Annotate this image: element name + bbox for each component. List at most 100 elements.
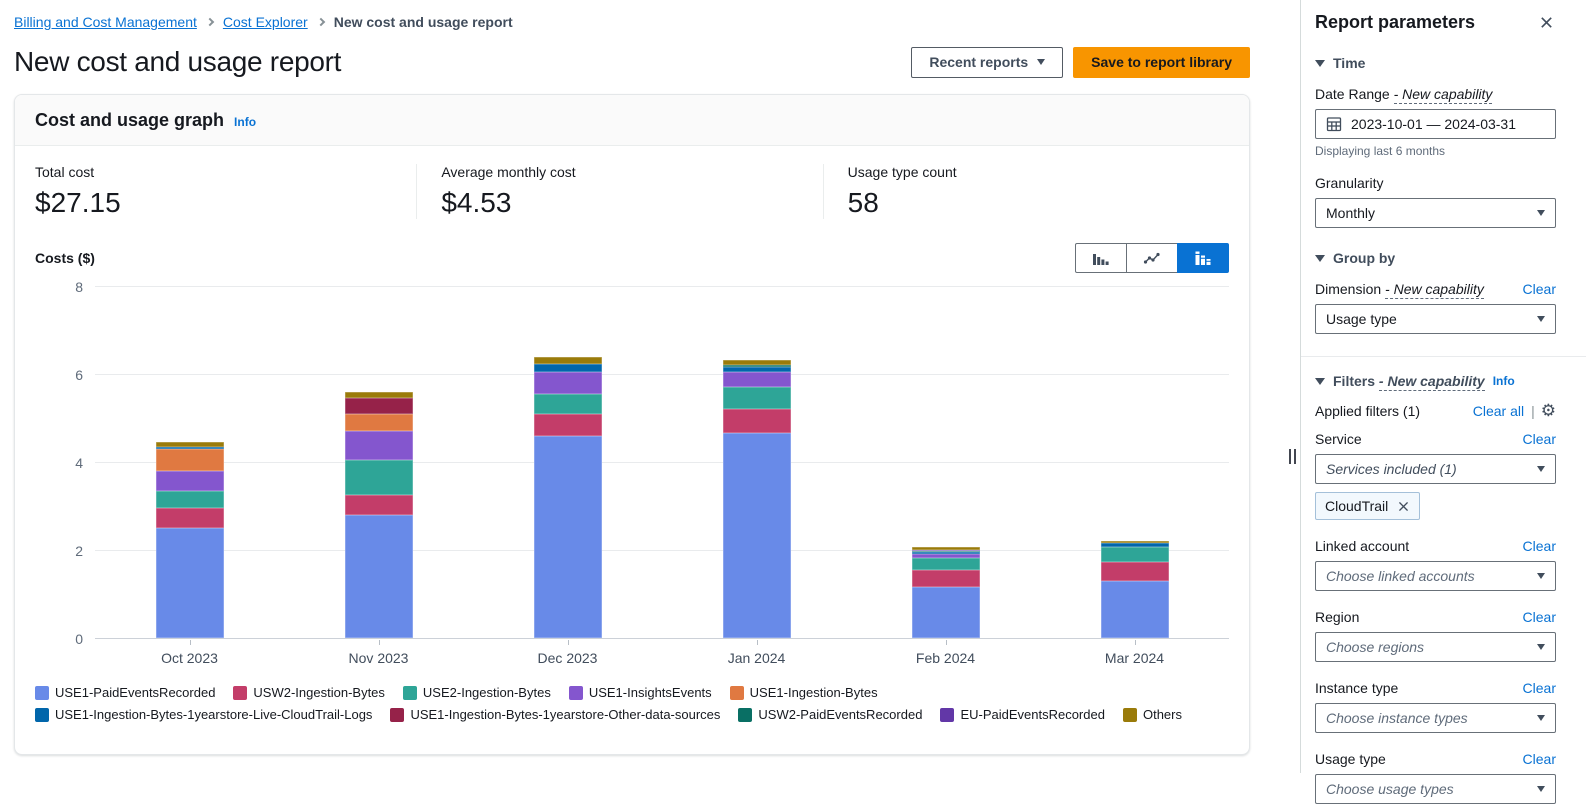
bar-feb-2024[interactable]	[912, 547, 980, 638]
legend-item-use1-ingestion-bytes-1yearstore-other-data-sources[interactable]: USE1-Ingestion-Bytes-1yearstore-Other-da…	[390, 707, 720, 722]
close-panel-button[interactable]	[1537, 13, 1556, 32]
bar-segment-use1-insightsevents[interactable]	[723, 372, 791, 387]
legend-item-use1-ingestion-bytes[interactable]: USE1-Ingestion-Bytes	[730, 685, 878, 700]
bar-oct-2023[interactable]	[156, 442, 224, 638]
clear-filter-link[interactable]: Clear	[1523, 680, 1556, 696]
bar-segment-use2-ingestion-bytes[interactable]	[534, 394, 602, 414]
clear-service-link[interactable]: Clear	[1523, 431, 1556, 447]
bar-segment-use2-ingestion-bytes[interactable]	[723, 387, 791, 409]
filter-placeholder: Choose instance types	[1326, 710, 1468, 726]
panel-info-link[interactable]: Info	[234, 115, 256, 129]
date-range-input[interactable]: 2023-10-01 — 2024-03-31	[1315, 109, 1556, 139]
applied-filters-label: Applied filters (1)	[1315, 403, 1420, 419]
filters-section-header[interactable]: Filters - New capability Info	[1315, 373, 1556, 389]
bar-segment-use1-insightsevents[interactable]	[534, 372, 602, 394]
bar-segment-use1-insightsevents[interactable]	[156, 471, 224, 491]
legend-item-use1-paideventsrecorded[interactable]: USE1-PaidEventsRecorded	[35, 685, 215, 700]
bar-segment-use1-paideventsrecorded[interactable]	[912, 587, 980, 638]
chart-area: Costs ($)	[15, 223, 1249, 722]
service-select-value: Services included (1)	[1326, 461, 1457, 477]
bar-segment-use1-paideventsrecorded[interactable]	[345, 515, 413, 638]
filter-label: Region	[1315, 609, 1359, 625]
legend-item-use1-insightsevents[interactable]: USE1-InsightsEvents	[569, 685, 712, 700]
granularity-select[interactable]: Monthly	[1315, 198, 1556, 228]
recent-reports-button[interactable]: Recent reports	[911, 47, 1063, 78]
bar-segment-usw2-ingestion-bytes[interactable]	[345, 495, 413, 515]
legend-item-usw2-ingestion-bytes[interactable]: USW2-Ingestion-Bytes	[233, 685, 385, 700]
service-select[interactable]: Services included (1)	[1315, 454, 1556, 484]
sidebar-title: Report parameters	[1315, 12, 1475, 33]
bar-mar-2024[interactable]	[1101, 541, 1169, 638]
bar-segment-use2-ingestion-bytes[interactable]	[156, 491, 224, 509]
grouped-bar-chart-toggle-button[interactable]	[1075, 243, 1127, 273]
bar-segment-use1-ingestion-bytes-1yearstore-live-cloudtrail-logs[interactable]	[534, 364, 602, 372]
separator: |	[1531, 403, 1535, 419]
legend-item-others[interactable]: Others	[1123, 707, 1182, 722]
legend-item-eu-paideventsrecorded[interactable]: EU-PaidEventsRecorded	[940, 707, 1105, 722]
clear-all-filters-link[interactable]: Clear all	[1473, 403, 1524, 419]
bar-segment-usw2-ingestion-bytes[interactable]	[534, 414, 602, 436]
bar-segment-use1-ingestion-bytes[interactable]	[345, 414, 413, 432]
bar-segment-use1-insightsevents[interactable]	[345, 431, 413, 460]
bar-segment-use1-paideventsrecorded[interactable]	[156, 528, 224, 638]
region-select[interactable]: Choose regions	[1315, 632, 1556, 662]
date-range-value: 2023-10-01 — 2024-03-31	[1351, 116, 1516, 132]
bar-segment-use1-paideventsrecorded[interactable]	[534, 436, 602, 638]
bar-segment-usw2-ingestion-bytes[interactable]	[723, 409, 791, 433]
dimension-select[interactable]: Usage type	[1315, 304, 1556, 334]
usage-type-select[interactable]: Choose usage types	[1315, 774, 1556, 804]
legend-label: USW2-Ingestion-Bytes	[253, 685, 385, 700]
save-to-report-library-button[interactable]: Save to report library	[1073, 47, 1250, 78]
linked-account-select[interactable]: Choose linked accounts	[1315, 561, 1556, 591]
bar-segment-use1-ingestion-bytes-1yearstore-other-data-sources[interactable]	[345, 398, 413, 413]
chevron-down-icon	[1537, 715, 1545, 721]
legend-item-use2-ingestion-bytes[interactable]: USE2-Ingestion-Bytes	[403, 685, 551, 700]
clear-filter-link[interactable]: Clear	[1523, 751, 1556, 767]
clear-filter-link[interactable]: Clear	[1523, 609, 1556, 625]
breadcrumb-cost-explorer-link[interactable]: Cost Explorer	[223, 14, 308, 30]
instance-type-select[interactable]: Choose instance types	[1315, 703, 1556, 733]
gear-icon[interactable]: ⚙︎	[1541, 402, 1556, 419]
line-chart-toggle-button[interactable]	[1126, 243, 1178, 273]
chart-type-toggle-group	[1075, 243, 1229, 273]
panel-resize-handle[interactable]	[1289, 449, 1296, 464]
y-axis-tick-label: 0	[49, 631, 83, 647]
remove-token-button[interactable]	[1397, 500, 1410, 513]
time-section-header[interactable]: Time	[1315, 55, 1556, 71]
bar-jan-2024[interactable]	[723, 360, 791, 638]
bar-segment-usw2-ingestion-bytes[interactable]	[912, 570, 980, 588]
bar-segment-usw2-ingestion-bytes[interactable]	[1101, 562, 1169, 581]
bar-segment-use2-ingestion-bytes[interactable]	[1101, 547, 1169, 562]
stacked-bar-chart-toggle-button[interactable]	[1177, 243, 1229, 273]
y-axis-tick-label: 8	[49, 279, 83, 295]
legend-item-usw2-paideventsrecorded[interactable]: USW2-PaidEventsRecorded	[738, 707, 922, 722]
filters-info-link[interactable]: Info	[1493, 374, 1515, 388]
x-axis-tick-label: Nov 2023	[349, 650, 409, 666]
breadcrumb-billing-link[interactable]: Billing and Cost Management	[14, 14, 197, 30]
chart-plot: 02468	[95, 287, 1229, 639]
chevron-down-icon	[1537, 644, 1545, 650]
bar-segment-usw2-ingestion-bytes[interactable]	[156, 508, 224, 528]
group-by-section-header[interactable]: Group by	[1315, 250, 1556, 266]
bar-segment-others[interactable]	[345, 392, 413, 399]
legend-item-use1-ingestion-bytes-1yearstore-live-cloudtrail-logs[interactable]: USE1-Ingestion-Bytes-1yearstore-Live-Clo…	[35, 707, 372, 722]
clear-dimension-link[interactable]: Clear	[1523, 281, 1556, 297]
bar-segment-others[interactable]	[534, 357, 602, 364]
bar-segment-use1-paideventsrecorded[interactable]	[723, 433, 791, 638]
bar-segment-use1-paideventsrecorded[interactable]	[1101, 581, 1169, 638]
stat-value: 58	[848, 187, 1229, 219]
bar-segment-use1-ingestion-bytes[interactable]	[156, 449, 224, 471]
bar-segment-use2-ingestion-bytes[interactable]	[345, 460, 413, 495]
filter-label: Instance type	[1315, 680, 1398, 696]
recent-reports-label: Recent reports	[929, 54, 1028, 70]
chevron-down-icon	[1537, 786, 1545, 792]
bar-nov-2023[interactable]	[345, 392, 413, 638]
granularity-value: Monthly	[1326, 205, 1375, 221]
clear-filter-link[interactable]: Clear	[1523, 538, 1556, 554]
bar-dec-2023[interactable]	[534, 357, 602, 638]
collapse-triangle-icon	[1315, 378, 1325, 385]
bar-segment-use2-ingestion-bytes[interactable]	[912, 558, 980, 570]
chevron-down-icon	[1537, 210, 1545, 216]
date-range-label: Date Range - New capability	[1315, 86, 1492, 102]
dimension-label: Dimension - New capability	[1315, 281, 1484, 297]
